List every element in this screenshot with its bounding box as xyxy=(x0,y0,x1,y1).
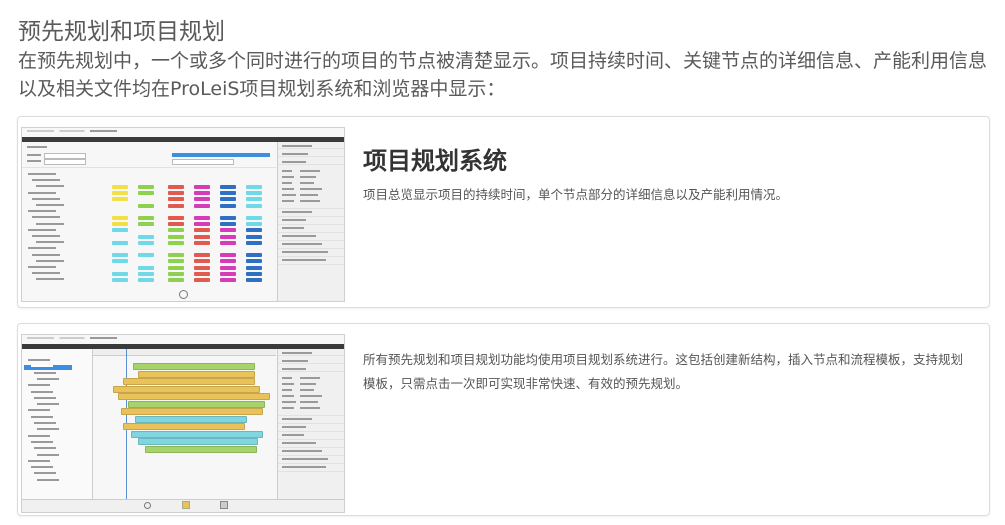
gantt-bar[interactable] xyxy=(121,408,263,415)
gantt-planning-screenshot xyxy=(21,334,345,513)
gantt-bar[interactable] xyxy=(131,430,263,438)
grid-row[interactable] xyxy=(22,246,276,251)
page-title: 预先规划和项目规划 xyxy=(18,19,225,45)
grid-row[interactable] xyxy=(22,203,276,208)
grid-row[interactable] xyxy=(22,234,276,239)
grid-row[interactable] xyxy=(22,222,276,227)
tree-item[interactable] xyxy=(28,359,50,361)
page-description: 在预先规划中，一个或多个同时进行的项目的节点被清楚显示。项目持续时间、关键节点的… xyxy=(18,50,988,100)
gantt-bar[interactable] xyxy=(123,378,255,385)
grid-row[interactable] xyxy=(22,240,276,245)
timeline-header xyxy=(93,349,276,356)
tree-item[interactable] xyxy=(34,447,56,450)
tree-item[interactable] xyxy=(34,371,56,374)
feature-card-project-planning: 项目规划系统 项目总览显示项目的持续时间，单个节点部分的详细信息以及产能利用情况… xyxy=(17,116,990,308)
tree-item[interactable] xyxy=(28,459,50,462)
tree-item[interactable] xyxy=(37,428,59,431)
gantt-bar[interactable] xyxy=(145,445,257,453)
grid-row[interactable] xyxy=(22,178,276,183)
card-text: 所有预先规划和项目规划功能均使用项目规划系统进行。这包括创建新结构，插入节点和流… xyxy=(363,352,964,391)
grid-row[interactable] xyxy=(22,228,276,233)
grid-row[interactable] xyxy=(22,197,276,202)
grid-row[interactable] xyxy=(22,184,276,189)
gantt-bar[interactable] xyxy=(118,393,270,400)
feature-card-gantt-planning: 所有预先规划和项目规划功能均使用项目规划系统进行。这包括创建新结构，插入节点和流… xyxy=(17,323,990,516)
tree-item[interactable] xyxy=(37,403,59,406)
tree-item[interactable] xyxy=(31,440,53,443)
card-text: 项目总览显示项目的持续时间，单个节点部分的详细信息以及产能利用情况。 xyxy=(363,187,789,202)
grid-row[interactable] xyxy=(22,265,276,270)
tree-item[interactable] xyxy=(34,472,56,475)
card-title: 项目规划系统 xyxy=(363,147,507,175)
tree-item[interactable] xyxy=(31,365,53,368)
grid-row[interactable] xyxy=(22,253,276,258)
grid-row[interactable] xyxy=(22,209,276,214)
project-overview-screenshot xyxy=(21,127,345,302)
grid-row[interactable] xyxy=(22,259,276,264)
tree-item[interactable] xyxy=(37,453,59,456)
gantt-bar[interactable] xyxy=(135,415,247,423)
gantt-bar[interactable] xyxy=(133,363,255,370)
properties-panel xyxy=(277,349,344,499)
tree-item[interactable] xyxy=(28,384,50,387)
tree-item[interactable] xyxy=(37,377,59,380)
tree-item[interactable] xyxy=(28,434,50,437)
breadcrumb xyxy=(27,130,117,132)
structure-tree xyxy=(22,349,93,499)
grid-row[interactable] xyxy=(22,172,276,177)
center-icon xyxy=(179,290,188,299)
tree-item[interactable] xyxy=(34,396,56,399)
toolbar-icon[interactable] xyxy=(182,501,190,509)
gantt-bar[interactable] xyxy=(113,385,260,393)
grid-row[interactable] xyxy=(22,277,276,282)
tree-item[interactable] xyxy=(34,422,56,424)
toolbar-icon[interactable] xyxy=(144,502,151,509)
toolbar-icon[interactable] xyxy=(220,501,228,509)
gantt-bar[interactable] xyxy=(138,370,255,378)
gantt-bar[interactable] xyxy=(123,423,245,430)
tree-item[interactable] xyxy=(37,478,59,481)
grid-row[interactable] xyxy=(22,271,276,276)
grid-row[interactable] xyxy=(22,215,276,220)
gantt-bar[interactable] xyxy=(128,400,265,408)
tree-item[interactable] xyxy=(28,409,50,412)
grid-row[interactable] xyxy=(22,191,276,196)
tree-item[interactable] xyxy=(31,466,53,469)
properties-panel xyxy=(277,142,344,301)
gantt-bar[interactable] xyxy=(138,438,258,445)
tree-item[interactable] xyxy=(31,390,53,393)
breadcrumb xyxy=(27,337,117,339)
tree-item[interactable] xyxy=(31,415,53,418)
